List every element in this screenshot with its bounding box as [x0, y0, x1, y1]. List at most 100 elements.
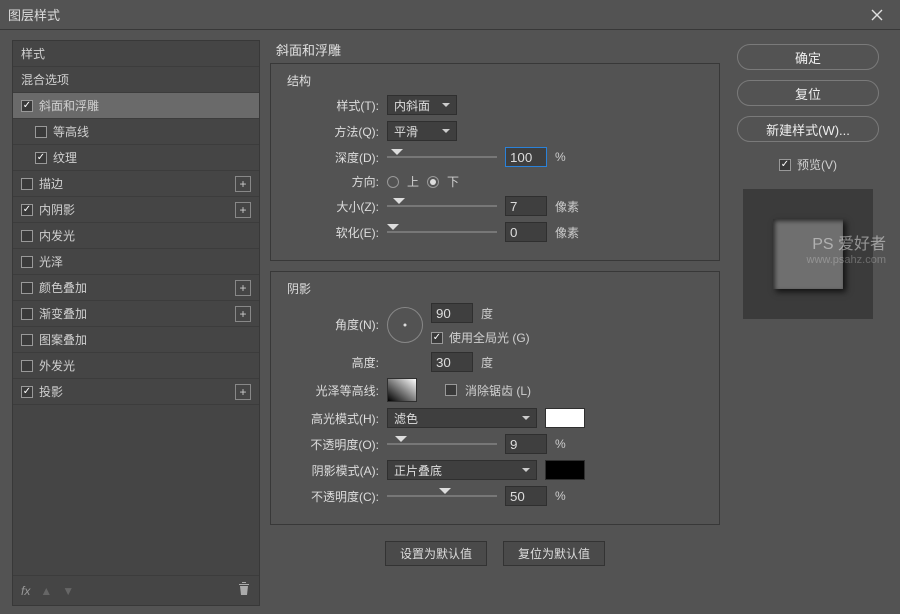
direction-down-radio[interactable]	[427, 176, 439, 188]
highlight-opacity-label: 不透明度(O):	[283, 436, 379, 453]
sidebar-checkbox[interactable]	[35, 126, 47, 138]
sidebar-item-1[interactable]: 混合选项	[13, 67, 259, 93]
depth-label: 深度(D):	[283, 149, 379, 166]
shadow-opacity-input[interactable]	[505, 486, 547, 506]
highlight-color-swatch[interactable]	[545, 408, 585, 428]
reset-default-button[interactable]: 复位为默认值	[503, 541, 605, 566]
make-default-button[interactable]: 设置为默认值	[385, 541, 487, 566]
sidebar-item-label: 内阴影	[39, 201, 75, 218]
technique-value: 平滑	[394, 123, 418, 140]
sidebar-checkbox[interactable]	[21, 100, 33, 112]
sidebar-item-label: 外发光	[39, 357, 75, 374]
arrow-down-icon[interactable]: ▼	[62, 584, 74, 598]
sidebar-checkbox[interactable]	[21, 282, 33, 294]
sidebar-item-8[interactable]: 光泽	[13, 249, 259, 275]
sidebar-checkbox[interactable]	[21, 178, 33, 190]
watermark-brand: PS 爱好者	[812, 230, 886, 254]
close-button[interactable]	[862, 3, 892, 27]
highlight-opacity-row: 不透明度(O): %	[283, 434, 707, 454]
sidebar-item-label: 投影	[39, 383, 63, 400]
sidebar-checkbox[interactable]	[21, 308, 33, 320]
highlight-mode-select[interactable]: 滤色	[387, 408, 537, 428]
plus-icon[interactable]: +	[235, 280, 251, 296]
sidebar-item-4[interactable]: 纹理	[13, 145, 259, 171]
sidebar-item-label: 样式	[21, 45, 45, 62]
soften-input[interactable]	[505, 222, 547, 242]
arrow-up-icon[interactable]: ▲	[40, 584, 52, 598]
chevron-down-icon	[442, 103, 450, 111]
highlight-opacity-unit: %	[555, 437, 566, 451]
title: 图层样式	[8, 5, 862, 24]
dialog-body: 样式混合选项斜面和浮雕等高线纹理描边+ 内阴影 + 内发光光泽颜色叠加+渐变叠加+图案…	[0, 30, 900, 614]
plus-icon[interactable]: +	[235, 176, 251, 192]
sidebar-item-3[interactable]: 等高线	[13, 119, 259, 145]
plus-icon[interactable]: +	[235, 306, 251, 322]
preview-label: 预览(V)	[797, 156, 837, 173]
sidebar-checkbox[interactable]	[21, 386, 33, 398]
technique-select[interactable]: 平滑	[387, 121, 457, 141]
size-unit: 像素	[555, 198, 579, 215]
altitude-unit: 度	[481, 354, 493, 371]
shadow-opacity-slider[interactable]	[387, 488, 497, 504]
sidebar-item-7[interactable]: 内发光	[13, 223, 259, 249]
sidebar-checkbox[interactable]	[21, 230, 33, 242]
trash-icon	[237, 582, 251, 596]
trash-button[interactable]	[237, 582, 251, 599]
altitude-label: 高度:	[283, 354, 379, 371]
gloss-contour-label: 光泽等高线:	[283, 382, 379, 399]
sidebar-item-10[interactable]: 渐变叠加+	[13, 301, 259, 327]
fx-menu[interactable]: fx	[21, 584, 30, 598]
shadow-mode-row: 阴影模式(A): 正片叠底	[283, 460, 707, 480]
plus-icon[interactable]: +	[235, 202, 251, 218]
antialias-checkbox[interactable]	[445, 384, 457, 396]
global-light-checkbox[interactable]	[431, 332, 443, 344]
size-slider[interactable]	[387, 198, 497, 214]
size-row: 大小(Z): 像素	[283, 196, 707, 216]
chevron-down-icon	[522, 468, 530, 476]
direction-row: 方向: 上 下	[283, 173, 707, 190]
sidebar-checkbox[interactable]	[21, 360, 33, 372]
sidebar-checkbox[interactable]	[35, 152, 47, 164]
angle-unit: 度	[481, 305, 493, 322]
sidebar-item-13[interactable]: 投影 +	[13, 379, 259, 405]
watermark: PS 爱好者	[812, 230, 886, 254]
sidebar-item-0[interactable]: 样式	[13, 41, 259, 67]
new-style-button[interactable]: 新建样式(W)...	[737, 116, 879, 142]
highlight-opacity-slider[interactable]	[387, 436, 497, 452]
sidebar-item-label: 斜面和浮雕	[39, 97, 99, 114]
shadow-color-swatch[interactable]	[545, 460, 585, 480]
depth-input[interactable]	[505, 147, 547, 167]
reset-button[interactable]: 复位	[737, 80, 879, 106]
style-select[interactable]: 内斜面	[387, 95, 457, 115]
sidebar-checkbox[interactable]	[21, 334, 33, 346]
shadow-mode-select[interactable]: 正片叠底	[387, 460, 537, 480]
gloss-contour-picker[interactable]	[387, 378, 417, 402]
sidebar-item-11[interactable]: 图案叠加	[13, 327, 259, 353]
size-input[interactable]	[505, 196, 547, 216]
sidebar-item-5[interactable]: 描边+	[13, 171, 259, 197]
altitude-row: 高度: 度	[283, 352, 707, 372]
sidebar-item-label: 内发光	[39, 227, 75, 244]
sidebar-checkbox[interactable]	[21, 204, 33, 216]
ok-button[interactable]: 确定	[737, 44, 879, 70]
soften-slider[interactable]	[387, 224, 497, 240]
direction-down-label: 下	[447, 173, 459, 190]
angle-picker[interactable]	[387, 307, 423, 343]
plus-icon[interactable]: +	[235, 384, 251, 400]
sidebar-checkbox[interactable]	[21, 256, 33, 268]
sidebar-item-label: 混合选项	[21, 71, 69, 88]
direction-up-radio[interactable]	[387, 176, 399, 188]
settings-panel: 斜面和浮雕 结构 样式(T): 内斜面 方法(Q): 平滑	[270, 40, 720, 606]
highlight-opacity-input[interactable]	[505, 434, 547, 454]
preview-check-row: 预览(V)	[779, 156, 837, 173]
angle-input[interactable]	[431, 303, 473, 323]
sidebar-item-6[interactable]: 内阴影 +	[13, 197, 259, 223]
sidebar-item-9[interactable]: 颜色叠加+	[13, 275, 259, 301]
altitude-input[interactable]	[431, 352, 473, 372]
sidebar-item-2[interactable]: 斜面和浮雕	[13, 93, 259, 119]
sidebar-item-12[interactable]: 外发光	[13, 353, 259, 379]
highlight-mode-value: 滤色	[394, 410, 418, 427]
style-row: 样式(T): 内斜面	[283, 95, 707, 115]
preview-checkbox[interactable]	[779, 159, 791, 171]
depth-slider[interactable]	[387, 149, 497, 165]
